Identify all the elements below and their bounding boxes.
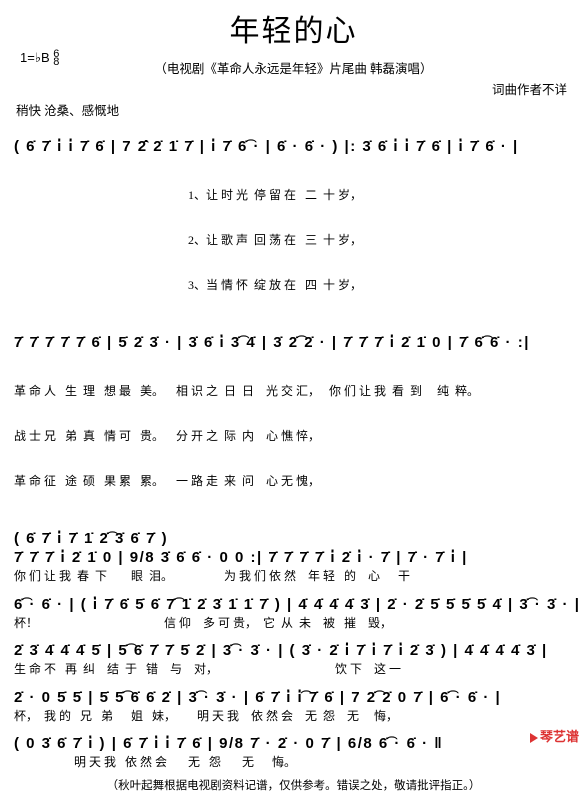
credit: 词曲作者不详 (14, 79, 573, 98)
lyric: 杯， 我 的 兄 弟 姐 妹， 明 天 我 依 然 会 无 怨 无 悔， (14, 709, 573, 725)
watermark-text: 琴艺谱 (540, 729, 579, 744)
lyrics-verse: 1、让 时 光 停 留 在 二 十 岁， 2、让 歌 声 回 荡 在 三 十 岁… (14, 158, 573, 323)
lyric-v3: 革 命 征 途 硕 果 累 累。 一 路 走 来 问 心 无 愧， (14, 474, 573, 489)
lyrics-verse: 革 命 人 生 理 想 最 美。 相 识 之 日 日 光 交 汇， 你 们 让 … (14, 354, 573, 519)
notation: 2̇ 3̇ 4̇ 4̇ 4̇ 5̇ | 5̇͡ 6̇ 7̇ 7̇ 5̇ 2̇ |… (14, 637, 573, 664)
lyric-v3: 3、当 情 怀 绽 放 在 四 十 岁， (14, 278, 573, 293)
logo-icon (530, 733, 538, 743)
lyric: 明 天 我 依 然 会 无 怨 无 悔。 (14, 755, 573, 771)
page: 年轻的心 1=♭B 68 （电视剧《革命人永远是年轻》片尾曲 韩磊演唱） 词曲作… (0, 0, 587, 793)
lyric-v1: 革 命 人 生 理 想 最 美。 相 识 之 日 日 光 交 汇， 你 们 让 … (14, 384, 573, 399)
notation: ( 0 3̇ 6̇ 7̇ i̇ ) | 6̇ 7̇ i̇ i̇ 7̇ 6̇ | … (14, 730, 573, 757)
title: 年轻的心 (14, 6, 573, 50)
lyric: 生 命 不 再 纠 结 于 错 与 对， 饮 下 这 一 (14, 662, 573, 678)
key-text: 1=♭B (20, 50, 50, 65)
site-watermark: 琴艺谱 (530, 726, 579, 745)
score-line-3: ( 6̇ 7̇ i̇ 7̇ 1̇ 2̇͡ 3̇ 6̇ 7̇ ) 7̇ 7̇ 7̇… (14, 525, 573, 585)
time-signature: 68 (53, 51, 59, 66)
notation: 7̇ 7̇ 7̇ i̇ 2̇ 1̇ 0 | 9/8 3̇ 6̇ 6̇ · 0 0… (14, 544, 573, 571)
lyric: 你 们 让 我 春 下 眼 泪。 为 我 们 依 然 年 轻 的 心 干 (14, 569, 573, 585)
notation: 7̇ 7̇ 7̇ 7̇ 7̇ 6̇ | 5̇ 2̇ 3̇ · | 3̇ 6̇ i… (14, 329, 573, 356)
subtitle: （电视剧《革命人永远是年轻》片尾曲 韩磊演唱） (14, 58, 573, 77)
lyric-v1: 1、让 时 光 停 留 在 二 十 岁， (14, 188, 573, 203)
score-line-5: 2̇ 3̇ 4̇ 4̇ 4̇ 5̇ | 5̇͡ 6̇ 7̇ 7̇ 5̇ 2̇ |… (14, 637, 573, 678)
transcription-note: （秋叶起舞根据电视剧资料记谱，仅供参考。错误之处，敬请批评指正。） (14, 777, 573, 793)
key-signature: 1=♭B 68 (20, 50, 59, 66)
tempo-marking: 稍快 沧桑、感慨地 (16, 100, 573, 119)
score-body: ( 6̇ 7̇ i̇ i̇ 7̇ 6̇ | 7 2̇̂ 2̇ 1̇ 7̇ | i… (14, 133, 573, 793)
score-line-6: 2̇ · 0 5̇ 5̇ | 5̇ 5̇͡ 6̇ 6̇ 2̇ | 3̇͡ · 3… (14, 684, 573, 725)
lyric-v2: 2、让 歌 声 回 荡 在 三 十 岁， (14, 233, 573, 248)
lyric-v2: 战 士 兄 弟 真 情 可 贵。 分 开 之 际 内 心 憔 悴， (14, 429, 573, 444)
notation: 6̇͡ · 6̇ · | ( i̇ 7̇ 6̇ 5̇ 6̇ 7̇͡ 1̇ 2̇ … (14, 591, 573, 618)
notation: ( 6̇ 7̇ i̇ i̇ 7̇ 6̇ | 7 2̇̂ 2̇ 1̇ 7̇ | i… (14, 133, 573, 160)
score-line-2: 7̇ 7̇ 7̇ 7̇ 7̇ 6̇ | 5̇ 2̇ 3̇ · | 3̇ 6̇ i… (14, 329, 573, 519)
score-line-1: ( 6̇ 7̇ i̇ i̇ 7̇ 6̇ | 7 2̇̂ 2̇ 1̇ 7̇ | i… (14, 133, 573, 323)
lyric: 杯！ 信 仰 多 可 贵， 它 从 未 被 摧 毁， (14, 616, 573, 632)
notation: 2̇ · 0 5̇ 5̇ | 5̇ 5̇͡ 6̇ 6̇ 2̇ | 3̇͡ · 3… (14, 684, 573, 711)
score-line-4: 6̇͡ · 6̇ · | ( i̇ 7̇ 6̇ 5̇ 6̇ 7̇͡ 1̇ 2̇ … (14, 591, 573, 632)
